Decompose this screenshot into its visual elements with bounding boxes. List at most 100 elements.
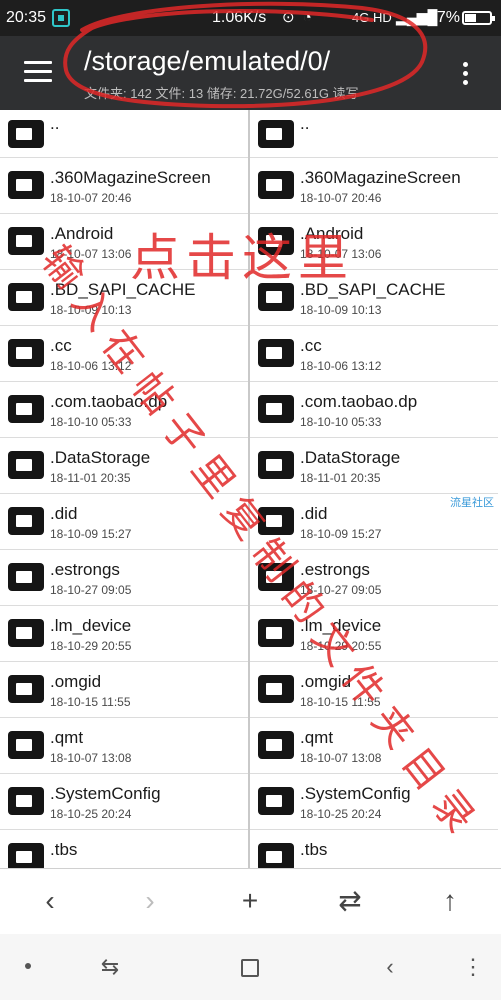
battery-icon bbox=[462, 11, 495, 25]
folder-date: 18-11-01 20:35 bbox=[300, 471, 381, 485]
folder-row[interactable]: .com.taobao.dp 18-10-10 05:33 bbox=[250, 382, 498, 438]
folder-row[interactable]: .BD_SAPI_CACHE 18-10-09 10:13 bbox=[250, 270, 498, 326]
home-icon[interactable] bbox=[241, 959, 259, 977]
file-panes: .. .360MagazineScreen 18-10-07 20:46 .Andro… bbox=[0, 110, 501, 868]
folder-name: .BD_SAPI_CACHE bbox=[50, 280, 196, 299]
folder-row[interactable]: .DataStorage 18-11-01 20:35 bbox=[250, 438, 498, 494]
folder-row[interactable]: .tbs bbox=[0, 830, 248, 868]
folder-icon bbox=[258, 227, 294, 255]
recents-icon[interactable]: ⇆ bbox=[92, 950, 128, 984]
hamburger-menu-icon[interactable] bbox=[24, 61, 52, 83]
folder-row[interactable]: .omgid 18-10-15 11:55 bbox=[0, 662, 248, 718]
folder-row[interactable]: .tbs bbox=[250, 830, 498, 868]
folder-row[interactable]: .com.taobao.dp 18-10-10 05:33 bbox=[0, 382, 248, 438]
folder-name: .Android bbox=[300, 224, 364, 243]
add-button[interactable]: + bbox=[228, 881, 272, 921]
folder-row[interactable]: .. bbox=[0, 110, 248, 158]
folder-row[interactable]: .Android 18-10-07 13:06 bbox=[250, 214, 498, 270]
folder-icon bbox=[258, 395, 294, 423]
status-time: 20:35 bbox=[6, 9, 47, 26]
folder-name: .DataStorage bbox=[300, 448, 401, 467]
folder-date: 18-10-09 15:27 bbox=[300, 527, 382, 541]
folder-icon bbox=[258, 120, 294, 148]
parent-folder-button[interactable]: ↑ bbox=[428, 881, 472, 921]
folder-icon bbox=[258, 619, 294, 647]
folder-icon bbox=[8, 171, 44, 199]
folder-icon bbox=[258, 451, 294, 479]
folder-date: 18-10-15 11:55 bbox=[50, 695, 131, 709]
folder-row[interactable]: .DataStorage 18-11-01 20:35 bbox=[0, 438, 248, 494]
folder-row[interactable]: .cc 18-10-06 13:12 bbox=[250, 326, 498, 382]
folder-date: 18-10-09 15:27 bbox=[50, 527, 132, 541]
folder-name: .. bbox=[300, 114, 310, 133]
folder-name: .tbs bbox=[300, 840, 328, 859]
network-speed: 1.06K/s bbox=[212, 9, 267, 26]
folder-date: 18-10-15 11:55 bbox=[300, 695, 381, 709]
folder-icon bbox=[8, 451, 44, 479]
nav-back-icon[interactable]: ‹ bbox=[372, 950, 408, 984]
folder-date: 18-10-07 20:46 bbox=[50, 191, 132, 205]
folder-date: 18-10-25 20:24 bbox=[300, 807, 382, 821]
folder-icon bbox=[8, 563, 44, 591]
folder-name: .lm_device bbox=[300, 616, 382, 635]
folder-row[interactable]: .Android 18-10-07 13:06 bbox=[0, 214, 248, 270]
folder-row[interactable]: .omgid 18-10-15 11:55 bbox=[250, 662, 498, 718]
folder-date: 18-10-07 13:06 bbox=[50, 247, 132, 261]
folder-row[interactable]: .qmt 18-10-07 13:08 bbox=[0, 718, 248, 774]
folder-icon bbox=[8, 120, 44, 148]
folder-row[interactable]: .BD_SAPI_CACHE 18-10-09 10:13 bbox=[0, 270, 248, 326]
folder-name: .Android bbox=[50, 224, 114, 243]
forward-button[interactable]: › bbox=[128, 881, 172, 921]
folder-date: 18-10-27 09:05 bbox=[300, 583, 382, 597]
swap-panes-button[interactable]: ⇄ bbox=[328, 881, 372, 921]
folder-name: .com.taobao.dp bbox=[300, 392, 418, 411]
app-bar: /storage/emulated/0/ 文件夹: 142 文件: 13 储存:… bbox=[0, 36, 501, 110]
right-file-pane[interactable]: .. .360MagazineScreen 18-10-07 20:46 .Andro… bbox=[250, 110, 498, 868]
folder-row[interactable]: .did 18-10-09 15:27 bbox=[0, 494, 248, 550]
system-nav-bar: ⇆ ‹ ⋮ bbox=[0, 934, 501, 1000]
current-path[interactable]: /storage/emulated/0/ bbox=[84, 46, 330, 77]
folder-name: .estrongs bbox=[300, 560, 370, 579]
folder-row[interactable]: .qmt 18-10-07 13:08 bbox=[250, 718, 498, 774]
folder-row[interactable]: .lm_device 18-10-29 20:55 bbox=[250, 606, 498, 662]
nav-dot-icon[interactable] bbox=[25, 963, 31, 969]
folder-date: 18-10-06 13:12 bbox=[300, 359, 382, 373]
folder-icon bbox=[8, 731, 44, 759]
folder-date: 18-10-09 10:13 bbox=[300, 303, 382, 317]
storage-info: 文件夹: 142 文件: 13 储存: 21.72G/52.61G 读写 bbox=[84, 86, 359, 101]
status-icons: ⊙ ◔ bbox=[282, 9, 314, 26]
back-button[interactable]: ‹ bbox=[28, 881, 72, 921]
folder-icon bbox=[8, 283, 44, 311]
folder-date: 18-10-06 13:12 bbox=[50, 359, 132, 373]
folder-date: 18-10-07 13:06 bbox=[300, 247, 382, 261]
more-options-icon[interactable] bbox=[459, 60, 471, 88]
nav-menu-icon[interactable]: ⋮ bbox=[455, 950, 491, 984]
folder-name: .qmt bbox=[300, 728, 334, 747]
folder-icon bbox=[258, 675, 294, 703]
folder-icon bbox=[258, 339, 294, 367]
folder-name: .tbs bbox=[50, 840, 78, 859]
folder-name: .BD_SAPI_CACHE bbox=[300, 280, 446, 299]
folder-name: .SystemConfig bbox=[300, 784, 411, 803]
folder-row[interactable]: .SystemConfig 18-10-25 20:24 bbox=[0, 774, 248, 830]
folder-row[interactable]: .estrongs 18-10-27 09:05 bbox=[250, 550, 498, 606]
folder-name: .did bbox=[50, 504, 78, 523]
folder-row[interactable]: .estrongs 18-10-27 09:05 bbox=[0, 550, 248, 606]
folder-name: .estrongs bbox=[50, 560, 120, 579]
folder-date: 18-10-27 09:05 bbox=[50, 583, 132, 597]
folder-name: .com.taobao.dp bbox=[50, 392, 168, 411]
left-file-pane[interactable]: .. .360MagazineScreen 18-10-07 20:46 .Andro… bbox=[0, 110, 248, 868]
folder-name: .360MagazineScreen bbox=[300, 168, 461, 187]
folder-name: .SystemConfig bbox=[50, 784, 161, 803]
folder-name: .cc bbox=[50, 336, 72, 355]
folder-icon bbox=[258, 731, 294, 759]
folder-row[interactable]: .SystemConfig 18-10-25 20:24 bbox=[250, 774, 498, 830]
folder-row[interactable]: .cc 18-10-06 13:12 bbox=[0, 326, 248, 382]
folder-date: 18-10-07 13:08 bbox=[300, 751, 382, 765]
folder-row[interactable]: .360MagazineScreen 18-10-07 20:46 bbox=[0, 158, 248, 214]
folder-row[interactable]: .lm_device 18-10-29 20:55 bbox=[0, 606, 248, 662]
folder-row[interactable]: .. bbox=[250, 110, 498, 158]
folder-row[interactable]: .360MagazineScreen 18-10-07 20:46 bbox=[250, 158, 498, 214]
folder-icon bbox=[258, 787, 294, 815]
folder-icon bbox=[8, 339, 44, 367]
